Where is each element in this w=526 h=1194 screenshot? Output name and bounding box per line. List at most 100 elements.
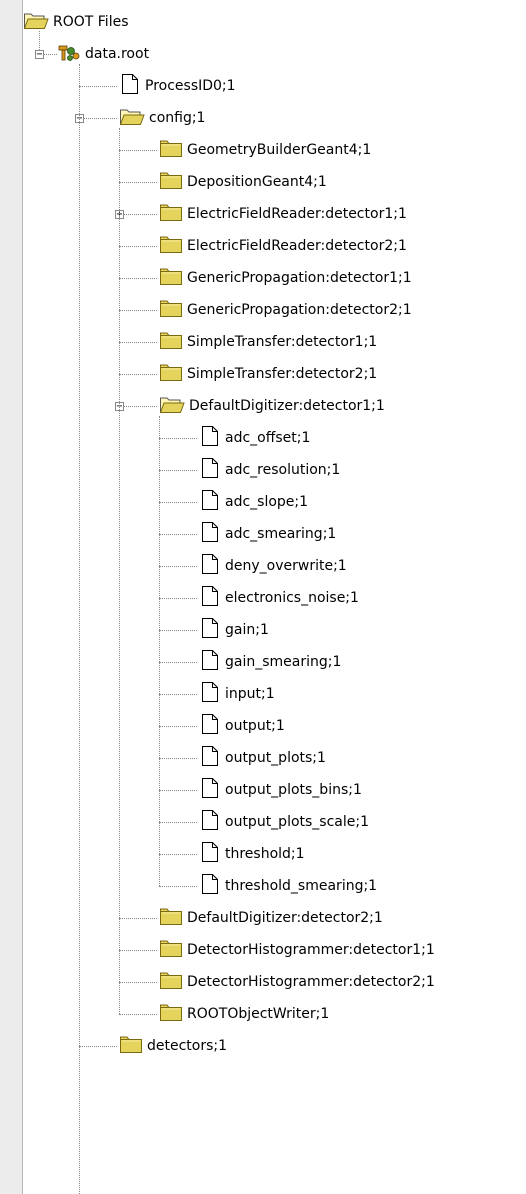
document-icon [199, 649, 221, 675]
tree-connector-line [119, 278, 157, 279]
folder-icon [159, 970, 183, 994]
root-files-tree-panel: ROOT Files data.root − ProcessID0;1 confi… [22, 0, 526, 1194]
tree-item-genericpropagation-detector1-1[interactable]: GenericPropagation:detector1;1 [159, 267, 412, 289]
tree-item-gain-1[interactable]: gain;1 [199, 618, 269, 641]
tree-connector-line [159, 822, 197, 823]
document-icon [199, 425, 221, 451]
folder-icon [159, 330, 183, 354]
tree-connector-line [119, 406, 157, 407]
tree-connector-line [119, 1014, 157, 1015]
tree-item-label: ProcessID0;1 [145, 78, 236, 94]
tree-item-label: electronics_noise;1 [225, 590, 359, 606]
tree-item-label: gain_smearing;1 [225, 654, 342, 670]
tree-connector-line [159, 502, 197, 503]
folder-icon [159, 298, 183, 322]
tree-item-output-1[interactable]: output;1 [199, 713, 285, 739]
tree-item-label: GenericPropagation:detector2;1 [187, 302, 412, 318]
tree-item-label: adc_smearing;1 [225, 526, 337, 542]
tree-connector-line [159, 630, 197, 631]
tree-item-detectors-1[interactable]: detectors;1 [119, 1035, 227, 1057]
folder-icon [119, 1034, 143, 1058]
tree-item-adc-resolution-1[interactable]: adc_resolution;1 [199, 457, 340, 483]
tree-item-depositiongeant4-1[interactable]: DepositionGeant4;1 [159, 171, 327, 193]
tree-item-electricfieldreader-detector2-1[interactable]: ElectricFieldReader:detector2;1 [159, 235, 407, 257]
tree-item-root-files[interactable]: ROOT Files [23, 11, 129, 33]
folder-icon [159, 234, 183, 258]
tree-connector-line [159, 416, 160, 886]
tree-item-label: threshold_smearing;1 [225, 878, 378, 894]
folder-icon [159, 170, 183, 194]
document-icon [199, 521, 221, 547]
tree-connector-line [119, 950, 157, 951]
tree-item-label: DetectorHistogrammer:detector1;1 [187, 942, 435, 958]
tree-item-label: output_plots_scale;1 [225, 814, 369, 830]
document-icon [199, 457, 221, 483]
tree-item-threshold-smearing-1[interactable]: threshold_smearing;1 [199, 874, 378, 897]
tree-item-label: deny_overwrite;1 [225, 558, 347, 574]
tree-item-simpletransfer-detector1-1[interactable]: SimpleTransfer:detector1;1 [159, 331, 377, 353]
tree-item-label: DetectorHistogrammer:detector2;1 [187, 974, 435, 990]
tree-item-electricfieldreader-detector1-1[interactable]: ElectricFieldReader:detector1;1 [159, 203, 407, 225]
tree-item-defaultdigitizer-detector2-1[interactable]: DefaultDigitizer:detector2;1 [159, 907, 383, 929]
tree-connector-line [159, 726, 197, 727]
folder-icon [159, 266, 183, 290]
tree-connector-line [159, 758, 197, 759]
folder-open-icon [23, 10, 49, 34]
tree-item-simpletransfer-detector2-1[interactable]: SimpleTransfer:detector2;1 [159, 363, 377, 385]
tree-item-adc-offset-1[interactable]: adc_offset;1 [199, 425, 311, 451]
tree-item-adc-slope-1[interactable]: adc_slope;1 [199, 489, 308, 515]
folder-icon [159, 362, 183, 386]
tree-connector-line [79, 1046, 117, 1047]
document-icon [119, 73, 141, 99]
tree-item-deny-overwrite-1[interactable]: deny_overwrite;1 [199, 554, 347, 577]
folder-open-icon [159, 394, 185, 418]
tree-connector-line [119, 310, 157, 311]
tree-item-processid0-1[interactable]: ProcessID0;1 [119, 73, 236, 99]
tree-item-threshold-1[interactable]: threshold;1 [199, 841, 305, 867]
tree-connector-line [159, 598, 197, 599]
tree-item-label: SimpleTransfer:detector2;1 [187, 366, 378, 382]
tree-item-defaultdigitizer-detector1-1[interactable]: DefaultDigitizer:detector1;1 [159, 395, 385, 417]
tree-item-detectorhistogrammer-detector2-1[interactable]: DetectorHistogrammer:detector2;1 [159, 971, 435, 993]
tree-item-label: output_plots;1 [225, 750, 326, 766]
tree-item-gain-smearing-1[interactable]: gain_smearing;1 [199, 649, 342, 675]
folder-icon [159, 906, 183, 930]
document-icon [199, 489, 221, 515]
document-icon [199, 745, 221, 771]
tree-item-rootobjectwriter-1[interactable]: ROOTObjectWriter;1 [159, 1003, 329, 1025]
tree-item-detectorhistogrammer-detector1-1[interactable]: DetectorHistogrammer:detector1;1 [159, 939, 435, 961]
tree-item-output-plots-1[interactable]: output_plots;1 [199, 745, 326, 771]
tree-item-label: threshold;1 [225, 846, 305, 862]
tree-connector-line [119, 182, 157, 183]
tree-connector-line [159, 662, 197, 663]
folder-open-icon [119, 106, 145, 130]
document-icon [199, 713, 221, 739]
folder-icon [159, 938, 183, 962]
tree-item-genericpropagation-detector2-1[interactable]: GenericPropagation:detector2;1 [159, 299, 412, 321]
document-icon [199, 841, 221, 867]
collapse-toggle-icon[interactable]: − [35, 50, 44, 60]
tree-item-label: adc_offset;1 [225, 430, 311, 446]
document-icon [199, 777, 221, 803]
root-file-icon [57, 42, 81, 66]
tree-connector-line [159, 534, 197, 535]
tree-item-label: gain;1 [225, 622, 269, 638]
tree-item-electronics-noise-1[interactable]: electronics_noise;1 [199, 586, 359, 609]
folder-icon [159, 138, 183, 162]
tree-item-label: config;1 [149, 110, 206, 126]
tree-item-input-1[interactable]: input;1 [199, 682, 275, 705]
tree-item-output-plots-bins-1[interactable]: output_plots_bins;1 [199, 777, 362, 803]
tree-item-adc-smearing-1[interactable]: adc_smearing;1 [199, 521, 337, 547]
document-icon [199, 809, 221, 835]
tree-item-config-1[interactable]: config;1 [119, 107, 205, 129]
tree-connector-line [119, 214, 157, 215]
tree-connector-line [119, 374, 157, 375]
tree-item-label: ElectricFieldReader:detector2;1 [187, 238, 407, 254]
tree-item-label: GenericPropagation:detector1;1 [187, 270, 412, 286]
tree-connector-line [79, 86, 117, 87]
tree-item-output-plots-scale-1[interactable]: output_plots_scale;1 [199, 809, 369, 835]
tree-item-geometrybuildergeant4-1[interactable]: GeometryBuilderGeant4;1 [159, 139, 371, 161]
tree-item-data-root[interactable]: data.root [57, 43, 149, 65]
tree-connector-line [79, 1046, 80, 1194]
tree-connector-line [159, 694, 197, 695]
